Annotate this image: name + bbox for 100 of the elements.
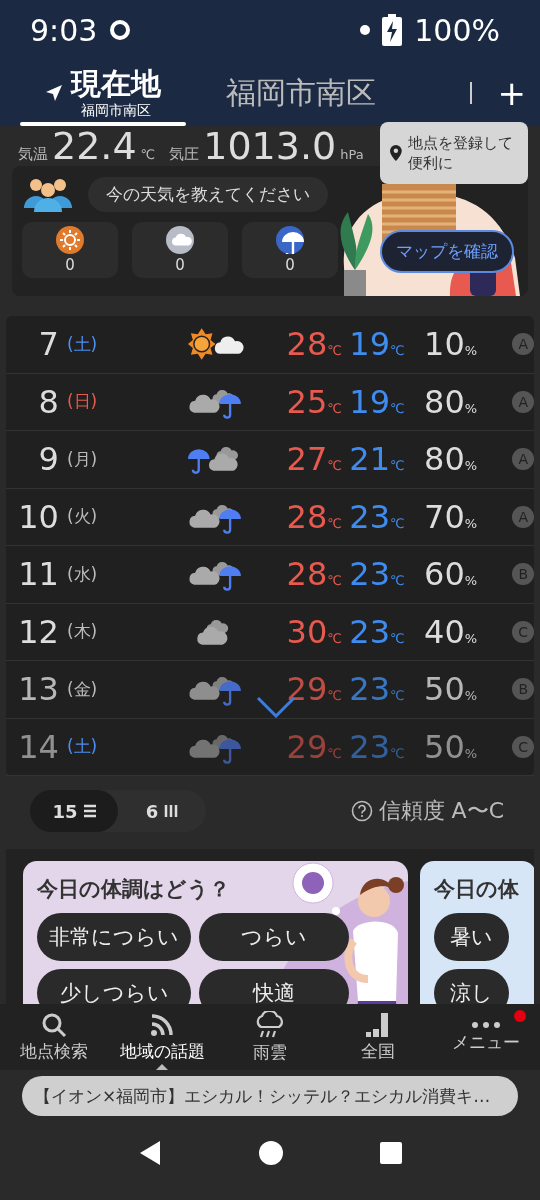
nav-item[interactable]: メニュー	[432, 1004, 540, 1070]
status-ring-icon	[109, 19, 132, 41]
days-toggle[interactable]: 6	[118, 790, 206, 832]
sun-icon	[56, 226, 84, 254]
high-temperature: 29℃	[286, 670, 343, 709]
card-title: 今日の体調はどう？	[37, 876, 231, 903]
location-arrow-icon	[45, 84, 63, 102]
forecast-date: 13	[17, 670, 59, 709]
search-icon	[41, 1011, 67, 1038]
precipitation-chance: 50%	[424, 727, 479, 766]
notification-dot-icon	[360, 25, 371, 35]
card-title: 今日の体	[434, 876, 520, 903]
high-temperature: 30℃	[286, 612, 343, 651]
forecast-date: 8	[37, 382, 59, 421]
columns-icon	[164, 804, 179, 818]
tooltip-text: 地点を登録して便利に	[407, 133, 514, 173]
low-temperature: 23℃	[349, 727, 406, 766]
precipitation-chance: 10%	[424, 325, 479, 364]
report-count: 0	[285, 256, 295, 274]
weather-report-button[interactable]: 0	[242, 222, 338, 278]
battery-level: 100%	[414, 12, 500, 48]
list-icon	[83, 804, 96, 818]
reliability-help[interactable]: 信頼度 A〜C	[344, 795, 510, 827]
nav-item[interactable]: 地域の話題	[108, 1004, 216, 1070]
low-temperature: 23℃	[349, 555, 406, 594]
nav-label: メニュー	[452, 1030, 520, 1054]
forecast-weekday: (土)	[65, 332, 99, 356]
forecast-date: 10	[17, 497, 59, 536]
weather-report-button[interactable]: 0	[132, 222, 228, 278]
nav-label: 全国	[361, 1039, 395, 1063]
bars-icon	[365, 1011, 391, 1038]
forecast-date: 9	[37, 440, 59, 479]
forecast-weekday: (土)	[65, 735, 99, 759]
location-tab[interactable]: 福岡市南区	[186, 60, 470, 126]
nav-item[interactable]: 雨雲	[216, 1004, 324, 1070]
report-count: 0	[175, 256, 185, 274]
days-toggle[interactable]: 15	[30, 790, 118, 832]
tab-subtitle: 福岡市南区	[81, 101, 151, 119]
precipitation-chance: 50%	[424, 670, 479, 709]
help-icon	[350, 800, 373, 822]
people-icon	[22, 176, 74, 212]
answer-chip[interactable]: 涼し	[434, 969, 509, 1004]
precipitation-chance: 70%	[424, 497, 479, 536]
answer-chip[interactable]: 非常につらい	[37, 913, 191, 961]
recents-icon[interactable]	[380, 1141, 402, 1164]
rain-cloud-icon	[254, 1010, 286, 1039]
forecast-date: 12	[17, 612, 59, 651]
map-button[interactable]: マップを確認	[380, 230, 514, 273]
add-location-button[interactable]: +	[497, 73, 526, 113]
low-temperature: 19℃	[349, 382, 406, 421]
high-temperature: 28℃	[286, 497, 343, 536]
location-pin-icon	[390, 142, 402, 164]
nav-label: 地域の話題	[119, 1039, 205, 1063]
answer-chip[interactable]: つらい	[199, 913, 349, 961]
nav-label: 地点検索	[20, 1039, 88, 1063]
temperature-unit: ℃	[140, 147, 156, 162]
forecast-weekday: (木)	[65, 620, 99, 644]
answer-chip[interactable]: 暑い	[434, 913, 509, 961]
nav-label: 雨雲	[253, 1040, 287, 1064]
cloud-icon	[166, 226, 194, 254]
back-icon[interactable]	[138, 1139, 162, 1166]
location-tab[interactable]: 現在地 福岡市南区	[20, 60, 186, 126]
pressure-unit: hPa	[340, 147, 364, 162]
precipitation-chance: 40%	[424, 612, 479, 651]
more-icon	[471, 1020, 501, 1029]
low-temperature: 23℃	[349, 497, 406, 536]
forecast-weekday: (火)	[65, 505, 99, 529]
high-temperature: 28℃	[286, 555, 343, 594]
battery-charging-icon	[382, 14, 403, 46]
feed-icon	[149, 1011, 175, 1038]
temperature-value: 22.4	[52, 126, 137, 166]
forecast-date: 11	[17, 555, 59, 594]
nav-item[interactable]: 地点検索	[0, 1004, 108, 1070]
forecast-weekday: (水)	[65, 562, 99, 586]
selection-pointer	[156, 1064, 168, 1070]
umbrella-icon	[276, 226, 304, 254]
low-temperature: 23℃	[349, 612, 406, 651]
weather-report-button[interactable]: 0	[22, 222, 118, 278]
forecast-weekday: (日)	[65, 390, 99, 414]
answer-chip[interactable]: 少しつらい	[37, 969, 191, 1004]
high-temperature: 28℃	[286, 325, 343, 364]
high-temperature: 25℃	[286, 382, 343, 421]
nav-item[interactable]: 全国	[324, 1004, 432, 1070]
low-temperature: 19℃	[349, 325, 406, 364]
precipitation-chance: 80%	[424, 440, 479, 479]
temperature-label: 気温	[18, 145, 48, 164]
pressure-label: 気圧	[169, 145, 200, 164]
answer-chip[interactable]: 快適	[199, 969, 349, 1004]
report-count: 0	[65, 256, 75, 274]
forecast-weekday: (月)	[65, 447, 99, 471]
low-temperature: 23℃	[349, 670, 406, 709]
home-icon[interactable]	[258, 1139, 284, 1166]
report-prompt: 今の天気を教えてください	[88, 176, 328, 212]
forecast-date: 14	[17, 727, 59, 766]
precipitation-chance: 80%	[424, 382, 479, 421]
pressure-value: 1013.0	[203, 126, 337, 166]
clock: 9:03	[30, 12, 98, 48]
news-ticker[interactable]: 【イオン×福岡市】エシカル！シッテル？エシカル消費キ…	[22, 1076, 518, 1116]
low-temperature: 21℃	[349, 440, 406, 479]
high-temperature: 27℃	[286, 440, 343, 479]
